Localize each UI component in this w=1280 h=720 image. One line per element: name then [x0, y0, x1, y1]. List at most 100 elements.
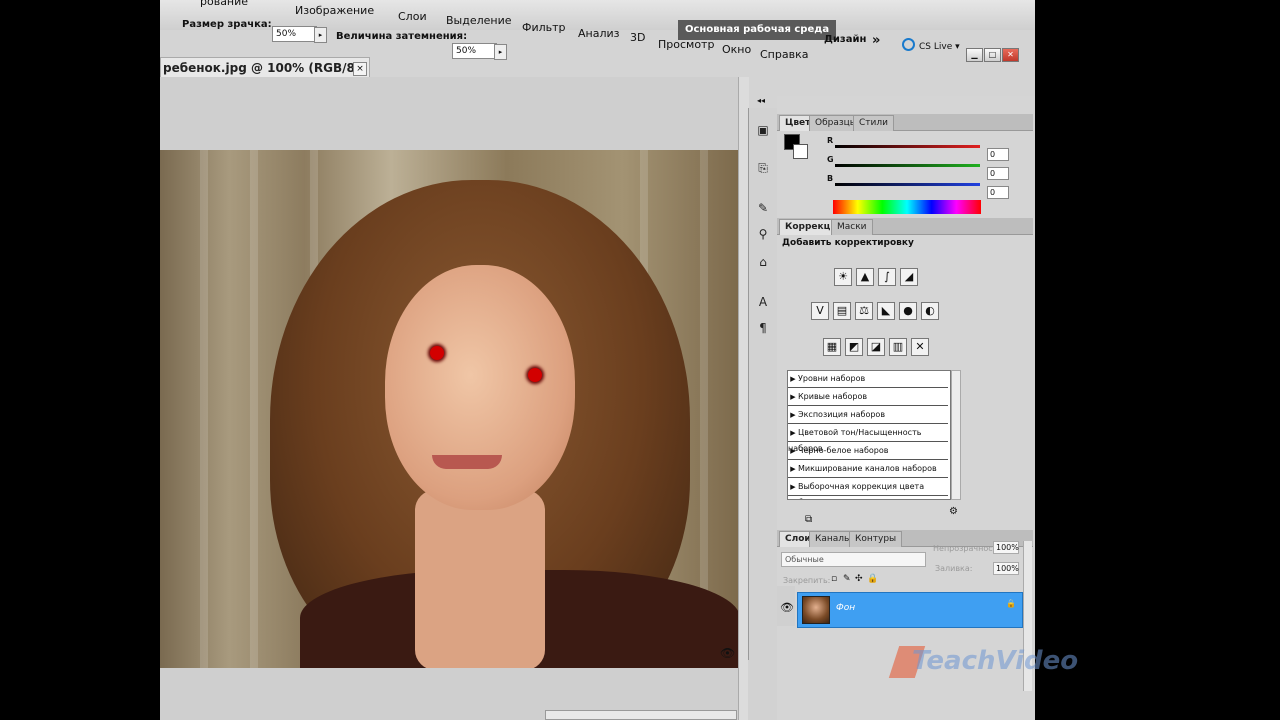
neck-region [415, 490, 545, 668]
vibrance-icon[interactable]: V [811, 302, 829, 320]
levels-icon[interactable]: ▲ [856, 268, 874, 286]
cslive-icon [902, 38, 915, 51]
preset-label: Уровни наборов [798, 374, 866, 383]
document-tab[interactable]: ребенок.jpg @ 100% (RGB/8) * × [160, 57, 370, 89]
options-bar: Размер зрачка: 50% ▸ Величина затемнения… [160, 14, 670, 60]
darken-amount-input[interactable]: 50% [452, 43, 497, 59]
fill-label: Заливка: [935, 564, 973, 573]
cslive-button[interactable]: CS Live ▾ [919, 42, 960, 52]
preset-exposure[interactable]: ▶ Экспозиция наборов [788, 407, 948, 424]
adjustment-panel-menu-icon[interactable]: ⚙ [949, 506, 958, 517]
preset-label: Выборочная коррекция цвета наборов [788, 482, 925, 499]
minimize-button[interactable]: ▁ [966, 48, 983, 62]
posterize-icon[interactable]: ◩ [845, 338, 863, 356]
preset-selective-color[interactable]: ▶Выборочная коррекция цвета наборов [788, 479, 948, 499]
workspace-design-button[interactable]: Дизайн [824, 34, 866, 45]
opacity-input[interactable]: 100% [993, 541, 1019, 554]
brush-presets-icon[interactable]: ✎ [754, 200, 772, 216]
collapse-dock-icon[interactable]: ◂◂ [757, 96, 765, 105]
paragraph-icon[interactable]: ¶ [754, 320, 772, 336]
layer-row-background[interactable]: Фон 🔒 [797, 592, 1023, 628]
preset-channel-mixer[interactable]: ▶ Микширование каналов наборов [788, 461, 948, 478]
close-document-button[interactable]: × [353, 62, 367, 76]
menu-window[interactable]: Окно [722, 43, 751, 56]
lock-position-icon[interactable]: ✣ [855, 574, 863, 584]
tool-presets-icon[interactable]: ⌂ [754, 254, 772, 270]
adjustments-panel-tabs: Коррекция Маски [777, 218, 1033, 235]
red-eye-right [528, 368, 542, 382]
pupil-size-label: Размер зрачка: [182, 19, 272, 30]
menu-help[interactable]: Справка [760, 48, 808, 61]
mini-bridge-icon[interactable]: ▣ [754, 122, 772, 138]
color-panel-tabs: Цвет Образцы Стили [777, 114, 1033, 131]
blend-mode-select[interactable]: Обычные [781, 552, 926, 567]
panel-dock-icons: ◂◂ ▣ ⎘ ✎ ⚲ ⌂ A ¶ [748, 96, 778, 720]
history-icon[interactable]: ⎘ [754, 160, 772, 176]
lock-pixels-icon[interactable]: ✎ [843, 574, 851, 584]
preset-black-white[interactable]: ▶ Черно-белое наборов [788, 443, 948, 460]
red-eye-left [430, 346, 444, 360]
channel-g-label: G [827, 155, 834, 164]
darken-amount-label: Величина затемнения: [336, 31, 468, 42]
channel-b-value[interactable]: 0 [987, 186, 1009, 199]
channel-r-value[interactable]: 0 [987, 148, 1009, 161]
lock-all-icon[interactable]: 🔒 [867, 574, 878, 584]
layer-thumbnail [802, 596, 830, 624]
curves-icon[interactable]: ∫ [878, 268, 896, 286]
selective-color-icon[interactable]: ✕ [911, 338, 929, 356]
adjustment-presets-list: ▶ Уровни наборов ▶ Кривые наборов ▶ Экспози… [787, 370, 951, 500]
layer-lock-icon: 🔒 [1006, 599, 1016, 608]
preset-label: Экспозиция наборов [798, 410, 886, 419]
lock-transparency-icon[interactable]: ▫ [831, 574, 837, 584]
tab-paths[interactable]: Контуры [849, 531, 903, 547]
channel-b-slider[interactable] [835, 183, 980, 186]
black-white-icon[interactable]: ◣ [877, 302, 895, 320]
workspace-active-button[interactable]: Основная рабочая среда [678, 20, 837, 40]
invert-icon[interactable]: ▦ [823, 338, 841, 356]
preset-curves[interactable]: ▶ Кривые наборов [788, 389, 948, 406]
color-balance-icon[interactable]: ⚖ [855, 302, 873, 320]
exposure-icon[interactable]: ◢ [900, 268, 918, 286]
preset-label: Черно-белое наборов [798, 446, 889, 455]
layer-visibility-eye-icon[interactable]: 👁 [780, 601, 794, 614]
workspace-more-button[interactable]: » [872, 33, 880, 48]
presets-scrollbar[interactable] [951, 370, 961, 500]
hue-saturation-icon[interactable]: ▤ [833, 302, 851, 320]
tab-styles[interactable]: Стили [853, 115, 894, 131]
preset-label: Микширование каналов наборов [798, 464, 937, 473]
gradient-map-icon[interactable]: ▥ [889, 338, 907, 356]
face-region [385, 265, 575, 510]
clip-to-layer-icon[interactable]: ⧉ [805, 514, 812, 525]
channel-g-slider[interactable] [835, 164, 980, 167]
channel-mixer-icon[interactable]: ◐ [921, 302, 939, 320]
preset-hue-saturation[interactable]: ▶ Цветовой тон/Насыщенность наборов [788, 425, 948, 453]
photo-image[interactable] [160, 150, 738, 668]
dock-bottom [748, 660, 776, 720]
pupil-size-arrow-button[interactable]: ▸ [314, 27, 327, 43]
threshold-icon[interactable]: ◪ [867, 338, 885, 356]
teachvideo-watermark: TeachVideo [912, 646, 1079, 676]
menu-edit[interactable]: рование [200, 0, 248, 8]
fill-input[interactable]: 100% [993, 562, 1019, 575]
document-horizontal-scrollbar[interactable] [545, 710, 737, 720]
background-color-swatch[interactable] [793, 144, 808, 159]
channel-r-label: R [827, 136, 834, 145]
close-window-button[interactable]: ✕ [1002, 48, 1019, 62]
lock-label: Закрепить: [783, 576, 831, 585]
add-adjustment-heading: Добавить корректировку [782, 238, 914, 248]
preset-label: Кривые наборов [798, 392, 868, 401]
channel-g-value[interactable]: 0 [987, 167, 1009, 180]
color-spectrum-bar[interactable] [833, 200, 981, 214]
darken-amount-arrow-button[interactable]: ▸ [494, 44, 507, 60]
character-icon[interactable]: A [754, 294, 772, 310]
pupil-size-input[interactable]: 50% [272, 26, 317, 42]
tab-masks[interactable]: Маски [831, 219, 873, 235]
photoshop-window: рование Изображение Слои Выделение Фильт… [160, 0, 1035, 720]
maximize-button[interactable]: □ [984, 48, 1001, 62]
preset-levels[interactable]: ▶ Уровни наборов [788, 371, 948, 388]
photo-filter-icon[interactable]: ● [899, 302, 917, 320]
brightness-contrast-icon[interactable]: ☀ [834, 268, 852, 286]
channel-r-slider[interactable] [835, 145, 980, 148]
right-panels: Цвет Образцы Стили R 0 G 0 B 0 Коррекция… [777, 96, 1035, 720]
clone-source-icon[interactable]: ⚲ [754, 226, 772, 242]
